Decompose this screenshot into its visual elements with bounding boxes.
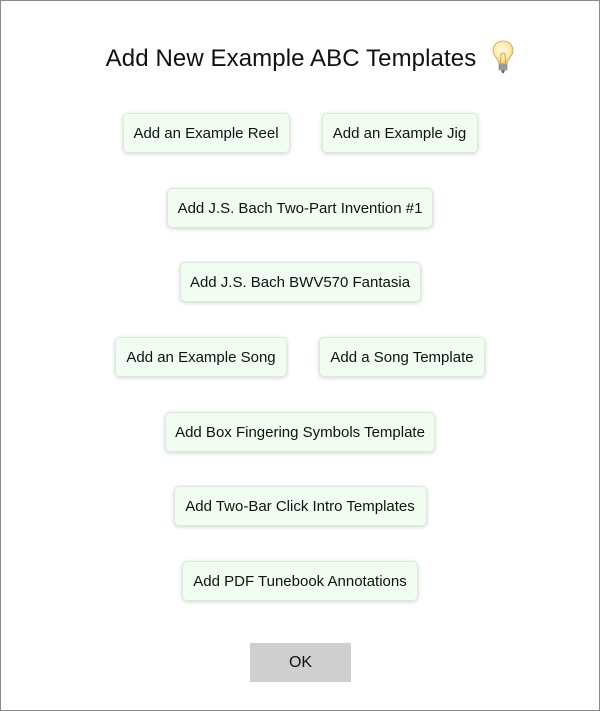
add-click-intro-button[interactable]: Add Two-Bar Click Intro Templates bbox=[173, 486, 427, 526]
add-pdf-annotations-button[interactable]: Add PDF Tunebook Annotations bbox=[182, 561, 418, 601]
button-row-4: Add an Example Song Add a Song Template bbox=[1, 337, 599, 377]
button-row-6: Add Two-Bar Click Intro Templates bbox=[1, 486, 599, 526]
lightbulb-icon[interactable] bbox=[492, 40, 514, 74]
add-example-song-button[interactable]: Add an Example Song bbox=[115, 337, 287, 377]
add-templates-dialog: Add New Example ABC Templates Add an Exa… bbox=[0, 0, 600, 711]
ok-button[interactable]: OK bbox=[250, 643, 351, 682]
add-example-reel-button[interactable]: Add an Example Reel bbox=[122, 113, 290, 153]
add-bach-fantasia-button[interactable]: Add J.S. Bach BWV570 Fantasia bbox=[179, 262, 421, 302]
dialog-header: Add New Example ABC Templates bbox=[1, 39, 599, 79]
add-example-jig-button[interactable]: Add an Example Jig bbox=[321, 113, 478, 153]
button-row-1: Add an Example Reel Add an Example Jig bbox=[1, 113, 599, 153]
add-box-fingering-button[interactable]: Add Box Fingering Symbols Template bbox=[165, 412, 435, 452]
button-row-7: Add PDF Tunebook Annotations bbox=[1, 561, 599, 601]
button-row-5: Add Box Fingering Symbols Template bbox=[1, 412, 599, 452]
button-row-2: Add J.S. Bach Two-Part Invention #1 bbox=[1, 188, 599, 228]
button-row-3: Add J.S. Bach BWV570 Fantasia bbox=[1, 262, 599, 302]
add-bach-invention-button[interactable]: Add J.S. Bach Two-Part Invention #1 bbox=[167, 188, 433, 228]
add-song-template-button[interactable]: Add a Song Template bbox=[319, 337, 485, 377]
dialog-title: Add New Example ABC Templates bbox=[105, 45, 477, 72]
